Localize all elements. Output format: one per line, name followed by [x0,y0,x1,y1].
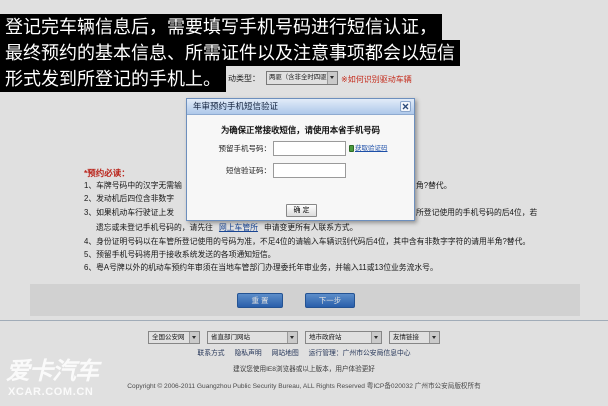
caption-line-1: 登记完车辆信息后，需要填写手机号码进行短信认证， [0,14,442,40]
watermark-brand: 爱卡汽车 [6,358,99,385]
phone-label: 预留手机号码： [218,144,272,153]
phone-input[interactable] [273,141,346,156]
sms-verify-dialog: 年审预约手机短信验证 为确保正常接收短信，请使用本省手机号码 预留手机号码： 获… [186,98,415,221]
get-code-link[interactable]: 获取验证码 [355,142,388,156]
dialog-close-button[interactable] [400,101,411,112]
caption-line-3: 形式发到所登记的手机上。 [0,66,226,92]
code-label: 短信验证码： [226,166,271,175]
dialog-notice: 为确保正常接收短信，请使用本省手机号码 [220,125,381,135]
dialog-title-bar: 年审预约手机短信验证 [187,99,414,115]
watermark-domain: XCAR.COM.CN [8,386,94,398]
xcar-watermark: 爱卡汽车 XCAR.COM.CN [6,358,99,399]
confirm-button[interactable]: 确 定 [286,204,317,217]
caption-line-2: 最终预约的基本信息、所需证件以及注意事项都会以短信 [0,40,460,66]
close-icon [402,103,409,110]
code-input[interactable] [273,163,346,178]
sms-icon [349,145,354,152]
dialog-title: 年审预约手机短信验证 [193,101,279,111]
